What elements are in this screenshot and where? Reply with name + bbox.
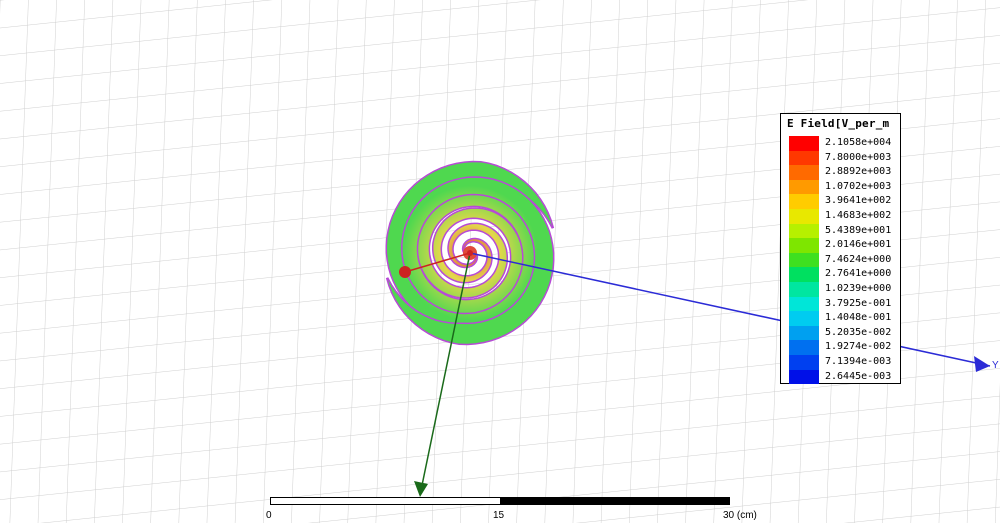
z-axis-endpoint-icon [399,266,411,278]
legend-value: 5.4389e+001 [825,224,892,236]
legend-swatch [789,209,819,224]
legend-swatch [789,325,819,341]
scale-label-mid: 15 [493,510,505,521]
legend-value: 2.1058e+004 [825,137,892,148]
legend-value: 2.7641e+000 [825,268,892,280]
legend-value: 3.7925e-001 [825,297,892,309]
field-legend[interactable]: E Field[V_per_m 2.1058e+004 7.8000e+003 2.… [780,113,901,385]
legend-value: 7.8000e+003 [825,151,892,163]
legend-swatch [789,369,819,385]
scale-bar-white-segment [270,497,501,505]
legend-swatch [789,252,819,268]
origin-marker-icon [467,250,473,256]
legend-value: 2.8892e+003 [825,166,892,178]
legend-swatch [789,267,819,282]
legend-swatch [789,238,819,253]
legend-value: 7.4624e+000 [825,253,892,265]
y-axis-label: Y [992,360,999,371]
legend-value: 3.9641e+002 [825,195,892,207]
legend-value: 2.0146e+001 [825,239,892,251]
legend-swatch [789,296,819,312]
scale-bar [270,497,730,505]
legend-swatch [789,355,819,370]
legend-value: 1.4048e-001 [825,312,892,324]
legend-value: 7.1394e-003 [825,356,892,367]
legend-title: E Field[V_per_m [787,117,890,130]
scale-bar-black-segment [500,497,730,505]
legend-swatch [789,311,819,326]
legend-value: 2.6445e-003 [825,370,892,382]
legend-swatch [789,165,819,180]
scale-label-end: 30 (cm) [723,510,757,521]
scale-label-start: 0 [266,510,272,521]
legend-swatch [789,150,819,166]
legend-value: 1.0239e+000 [825,283,892,294]
legend-value: 5.2035e-002 [825,326,892,338]
legend-swatch [789,340,819,355]
legend-swatch [789,136,819,151]
legend-swatch [789,223,819,239]
legend-swatch [789,282,819,297]
legend-swatch [789,194,819,209]
legend-swatch [789,179,819,195]
legend-value: 1.9274e-002 [825,341,892,353]
legend-value: 1.0702e+003 [825,180,892,192]
legend-value: 1.4683e+002 [825,210,892,221]
